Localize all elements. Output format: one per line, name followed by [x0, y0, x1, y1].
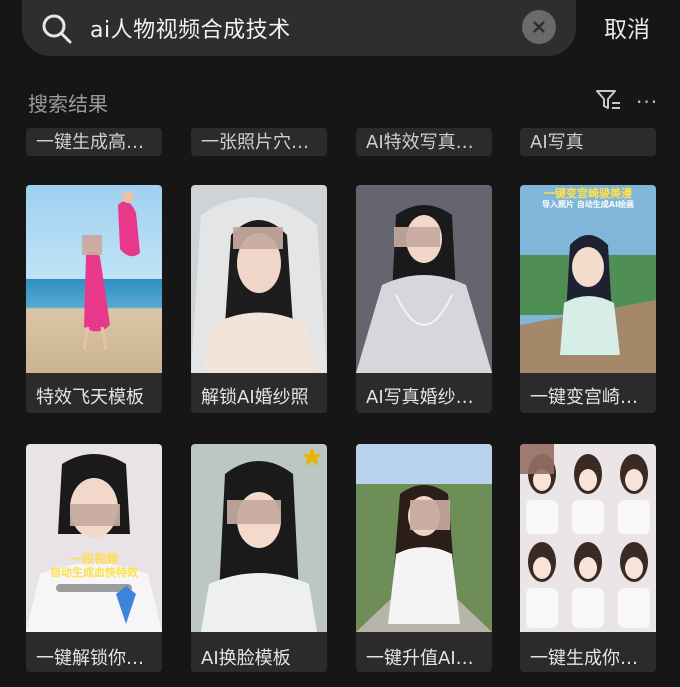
- result-card[interactable]: AI写真: [520, 128, 656, 156]
- results-title: 搜索结果: [28, 92, 108, 116]
- close-icon: [533, 21, 545, 33]
- thumbnail-image: [191, 444, 327, 632]
- result-card-label: 解锁AI婚纱照: [201, 387, 309, 408]
- result-card-label: 一键解锁你…: [36, 648, 144, 669]
- more-options-icon[interactable]: ···: [636, 90, 658, 114]
- result-card-label: AI写真: [530, 132, 584, 153]
- result-card[interactable]: 一键生成高…: [26, 128, 162, 156]
- thumbnail-image: [520, 444, 656, 632]
- search-bar[interactable]: ai人物视频合成技术: [22, 0, 576, 56]
- result-card[interactable]: 一键生成你…: [520, 444, 656, 672]
- result-card-label: 一键生成你…: [530, 648, 638, 669]
- result-card[interactable]: 特效飞天模板: [26, 185, 162, 413]
- result-card-label: 一张照片穴…: [201, 132, 309, 153]
- thumbnail-subtitle: 导入照片 自动生成AI绘画: [542, 200, 634, 209]
- thumbnail-image: 一键变宫崎骏美漫 导入照片 自动生成AI绘画: [520, 185, 656, 373]
- result-card-label: 特效飞天模板: [36, 387, 144, 408]
- result-card-label: AI换脸模板: [201, 648, 291, 669]
- result-card[interactable]: AI特效写真…: [356, 128, 492, 156]
- thumbnail-image: [26, 185, 162, 373]
- search-input[interactable]: ai人物视频合成技术: [90, 12, 291, 44]
- result-card-label: AI写真婚纱…: [366, 387, 474, 408]
- result-card-label: 一键生成高…: [36, 132, 144, 153]
- result-card[interactable]: 一键变宫崎骏美漫 导入照片 自动生成AI绘画 一键变宫崎…: [520, 185, 656, 413]
- result-card[interactable]: 解锁AI婚纱照: [191, 185, 327, 413]
- result-card[interactable]: AI换脸模板: [191, 444, 327, 672]
- search-icon: [42, 14, 72, 44]
- result-card-label: AI特效写真…: [366, 132, 474, 153]
- star-badge-icon: [302, 447, 322, 466]
- result-card-label: 一键变宫崎…: [530, 387, 638, 408]
- result-card-label: 一键升值AI…: [366, 648, 474, 669]
- result-card[interactable]: AI写真婚纱…: [356, 185, 492, 413]
- result-card[interactable]: 一段视频 自动生成血快特效 一键解锁你…: [26, 444, 162, 672]
- clear-button[interactable]: [522, 10, 556, 44]
- filter-icon[interactable]: [595, 88, 621, 112]
- result-card[interactable]: 一张照片穴…: [191, 128, 327, 156]
- thumbnail-image: [191, 185, 327, 373]
- cancel-button[interactable]: 取消: [604, 10, 650, 44]
- thumbnail-image: 一段视频 自动生成血快特效: [26, 444, 162, 632]
- thumbnail-image: [356, 444, 492, 632]
- result-card[interactable]: 一键升值AI…: [356, 444, 492, 672]
- thumbnail-image: [356, 185, 492, 373]
- thumbnail-subtitle: 自动生成血快特效: [50, 566, 138, 579]
